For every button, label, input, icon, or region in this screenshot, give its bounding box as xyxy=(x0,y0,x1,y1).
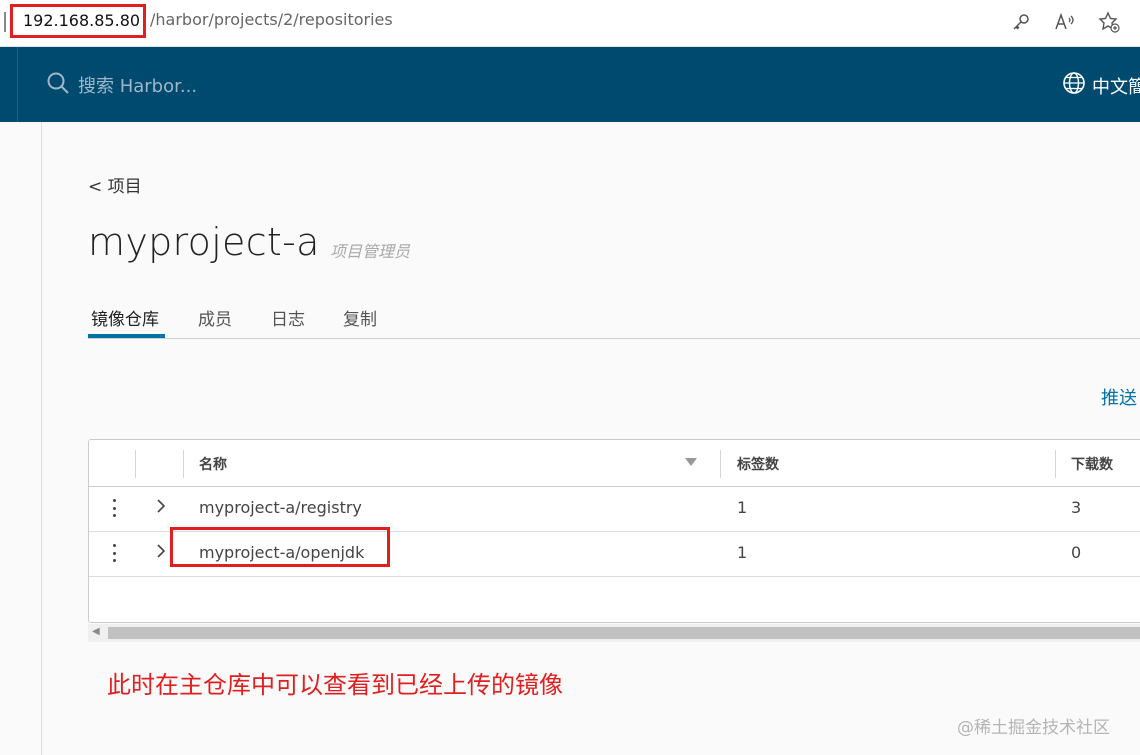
browser-toolbar-icons xyxy=(1008,9,1122,35)
column-header-pulls[interactable]: 下载数 xyxy=(1071,454,1113,474)
tab-replication[interactable]: 复制 xyxy=(343,305,377,330)
tab-logs[interactable]: 日志 xyxy=(271,305,305,330)
scroll-left-arrow-icon[interactable]: ◀ xyxy=(92,626,100,637)
tab-repositories[interactable]: 镜像仓库 xyxy=(91,305,159,330)
header-divider xyxy=(17,47,18,122)
column-header-tags[interactable]: 标签数 xyxy=(737,454,779,474)
project-tabs: 镜像仓库 成员 日志 复制 xyxy=(88,298,1140,339)
column-divider xyxy=(1055,450,1056,478)
repository-name-link[interactable]: myproject-a/openjdk xyxy=(199,543,364,562)
expand-chevron-icon[interactable] xyxy=(155,542,167,565)
globe-icon xyxy=(1062,71,1086,100)
column-divider xyxy=(183,450,184,478)
page-title: myproject-a xyxy=(88,220,320,264)
column-header-name[interactable]: 名称 xyxy=(199,454,227,474)
watermark: @稀土掘金技术社区 xyxy=(957,718,1110,738)
tab-members[interactable]: 成员 xyxy=(198,305,232,330)
search-icon xyxy=(46,71,70,99)
table-row[interactable]: myproject-a/openjdk 1 0 xyxy=(89,527,1140,577)
repositories-table: 名称 标签数 下载数 myproject-a/registry 1 3 mypr… xyxy=(88,439,1140,623)
language-switcher[interactable]: 中文簡 xyxy=(1062,71,1140,100)
read-aloud-icon[interactable] xyxy=(1052,9,1078,35)
search-input[interactable]: 搜索 Harbor... xyxy=(78,72,197,98)
harbor-header: 搜索 Harbor... 中文簡 xyxy=(0,47,1140,122)
language-label: 中文簡 xyxy=(1092,76,1140,98)
url-host-highlighted[interactable]: 192.168.85.80 xyxy=(10,4,146,38)
browser-address-bar[interactable]: 192.168.85.80 /harbor/projects/2/reposit… xyxy=(0,0,1140,47)
filter-icon[interactable] xyxy=(685,458,697,466)
row-actions-kebab-icon[interactable] xyxy=(113,544,117,562)
push-command-link[interactable]: 推送 xyxy=(1101,384,1137,410)
pull-count: 3 xyxy=(1071,498,1082,517)
back-to-projects-link[interactable]: < 项目 xyxy=(88,172,142,197)
tag-count: 1 xyxy=(737,543,748,562)
address-bar-edge xyxy=(4,12,6,32)
expand-chevron-icon[interactable] xyxy=(155,497,167,520)
horizontal-scrollbar[interactable]: ◀ xyxy=(88,624,1140,642)
url-path[interactable]: /harbor/projects/2/repositories xyxy=(150,10,393,29)
pull-count: 0 xyxy=(1071,543,1082,562)
column-divider xyxy=(135,450,136,478)
key-icon[interactable] xyxy=(1008,9,1034,35)
active-tab-indicator xyxy=(88,334,165,338)
scrollbar-thumb[interactable] xyxy=(108,627,1140,639)
role-label: 项目管理员 xyxy=(330,242,411,261)
tag-count: 1 xyxy=(737,498,748,517)
collapsed-sidebar xyxy=(0,122,42,755)
global-search[interactable]: 搜索 Harbor... xyxy=(46,71,197,99)
row-actions-kebab-icon[interactable] xyxy=(113,499,117,517)
column-divider xyxy=(720,450,721,478)
repository-name-link[interactable]: myproject-a/registry xyxy=(199,498,362,517)
table-row[interactable]: myproject-a/registry 1 3 xyxy=(89,486,1140,532)
annotation-text: 此时在主仓库中可以查看到已经上传的镜像 xyxy=(107,671,563,699)
table-header: 名称 标签数 下载数 xyxy=(89,440,1140,487)
favorite-star-icon[interactable] xyxy=(1096,9,1122,35)
